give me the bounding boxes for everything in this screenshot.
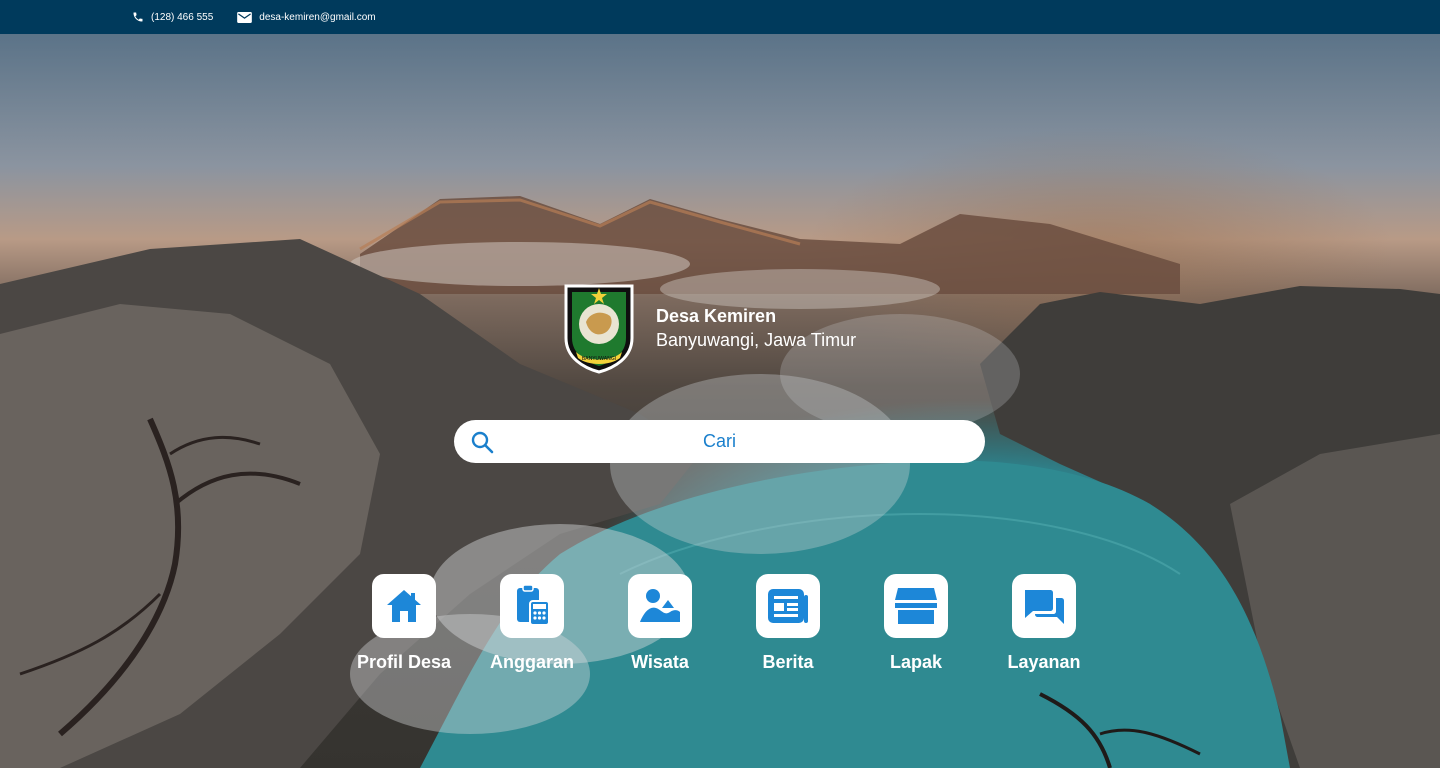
banyuwangi-regency-emblem: BANYUWANGI bbox=[564, 284, 634, 374]
chat-icon bbox=[1025, 590, 1064, 624]
store-icon bbox=[895, 588, 937, 624]
hero-background: BANYUWANGI Desa Kemiren Banyuwangi, Jawa… bbox=[0, 34, 1440, 768]
email-contact[interactable]: desa-kemiren@gmail.com bbox=[237, 11, 376, 23]
newspaper-icon bbox=[768, 589, 808, 623]
village-name: Desa Kemiren bbox=[656, 306, 777, 326]
top-contact-bar: (128) 466 555 desa-kemiren@gmail.com bbox=[0, 0, 1440, 34]
email-address: desa-kemiren@gmail.com bbox=[259, 11, 376, 23]
menu-tile[interactable] bbox=[500, 574, 564, 638]
menu-item-anggaran[interactable]: Anggaran bbox=[472, 574, 592, 673]
menu-item-wisata[interactable]: Wisata bbox=[600, 574, 720, 673]
menu-item-berita[interactable]: Berita bbox=[728, 574, 848, 673]
menu-tile[interactable] bbox=[756, 574, 820, 638]
phone-contact[interactable]: (128) 466 555 bbox=[132, 11, 213, 23]
home-icon bbox=[387, 590, 421, 622]
menu-item-profil-desa[interactable]: Profil Desa bbox=[344, 574, 464, 673]
menu-tile[interactable] bbox=[372, 574, 436, 638]
menu-label: Profil Desa bbox=[356, 652, 452, 672]
envelope-icon bbox=[237, 11, 253, 23]
menu-item-lapak[interactable]: Lapak bbox=[856, 574, 976, 673]
tourism-landscape-icon bbox=[640, 589, 680, 622]
search-icon[interactable] bbox=[470, 430, 494, 454]
menu-label: Berita bbox=[762, 652, 814, 672]
service-menu: Profil Desa Anggaran Wisata Berita Lapak… bbox=[344, 574, 1104, 684]
search-label[interactable]: Cari bbox=[454, 431, 985, 452]
village-region: Banyuwangi, Jawa Timur bbox=[656, 330, 857, 350]
phone-icon bbox=[133, 12, 143, 22]
budget-calculator-icon bbox=[517, 585, 550, 626]
menu-label: Wisata bbox=[631, 652, 689, 672]
menu-tile[interactable] bbox=[1012, 574, 1076, 638]
menu-item-layanan[interactable]: Layanan bbox=[984, 574, 1104, 673]
menu-tile[interactable] bbox=[884, 574, 948, 638]
emblem-ribbon-text: BANYUWANGI bbox=[582, 356, 617, 362]
menu-tile[interactable] bbox=[628, 574, 692, 638]
menu-label: Anggaran bbox=[489, 652, 574, 672]
phone-number: (128) 466 555 bbox=[151, 11, 214, 23]
menu-label: Lapak bbox=[889, 652, 943, 672]
menu-label: Layanan bbox=[1007, 652, 1081, 672]
search-bar[interactable]: Cari bbox=[454, 420, 985, 463]
village-brand: BANYUWANGI Desa Kemiren Banyuwangi, Jawa… bbox=[562, 282, 856, 374]
